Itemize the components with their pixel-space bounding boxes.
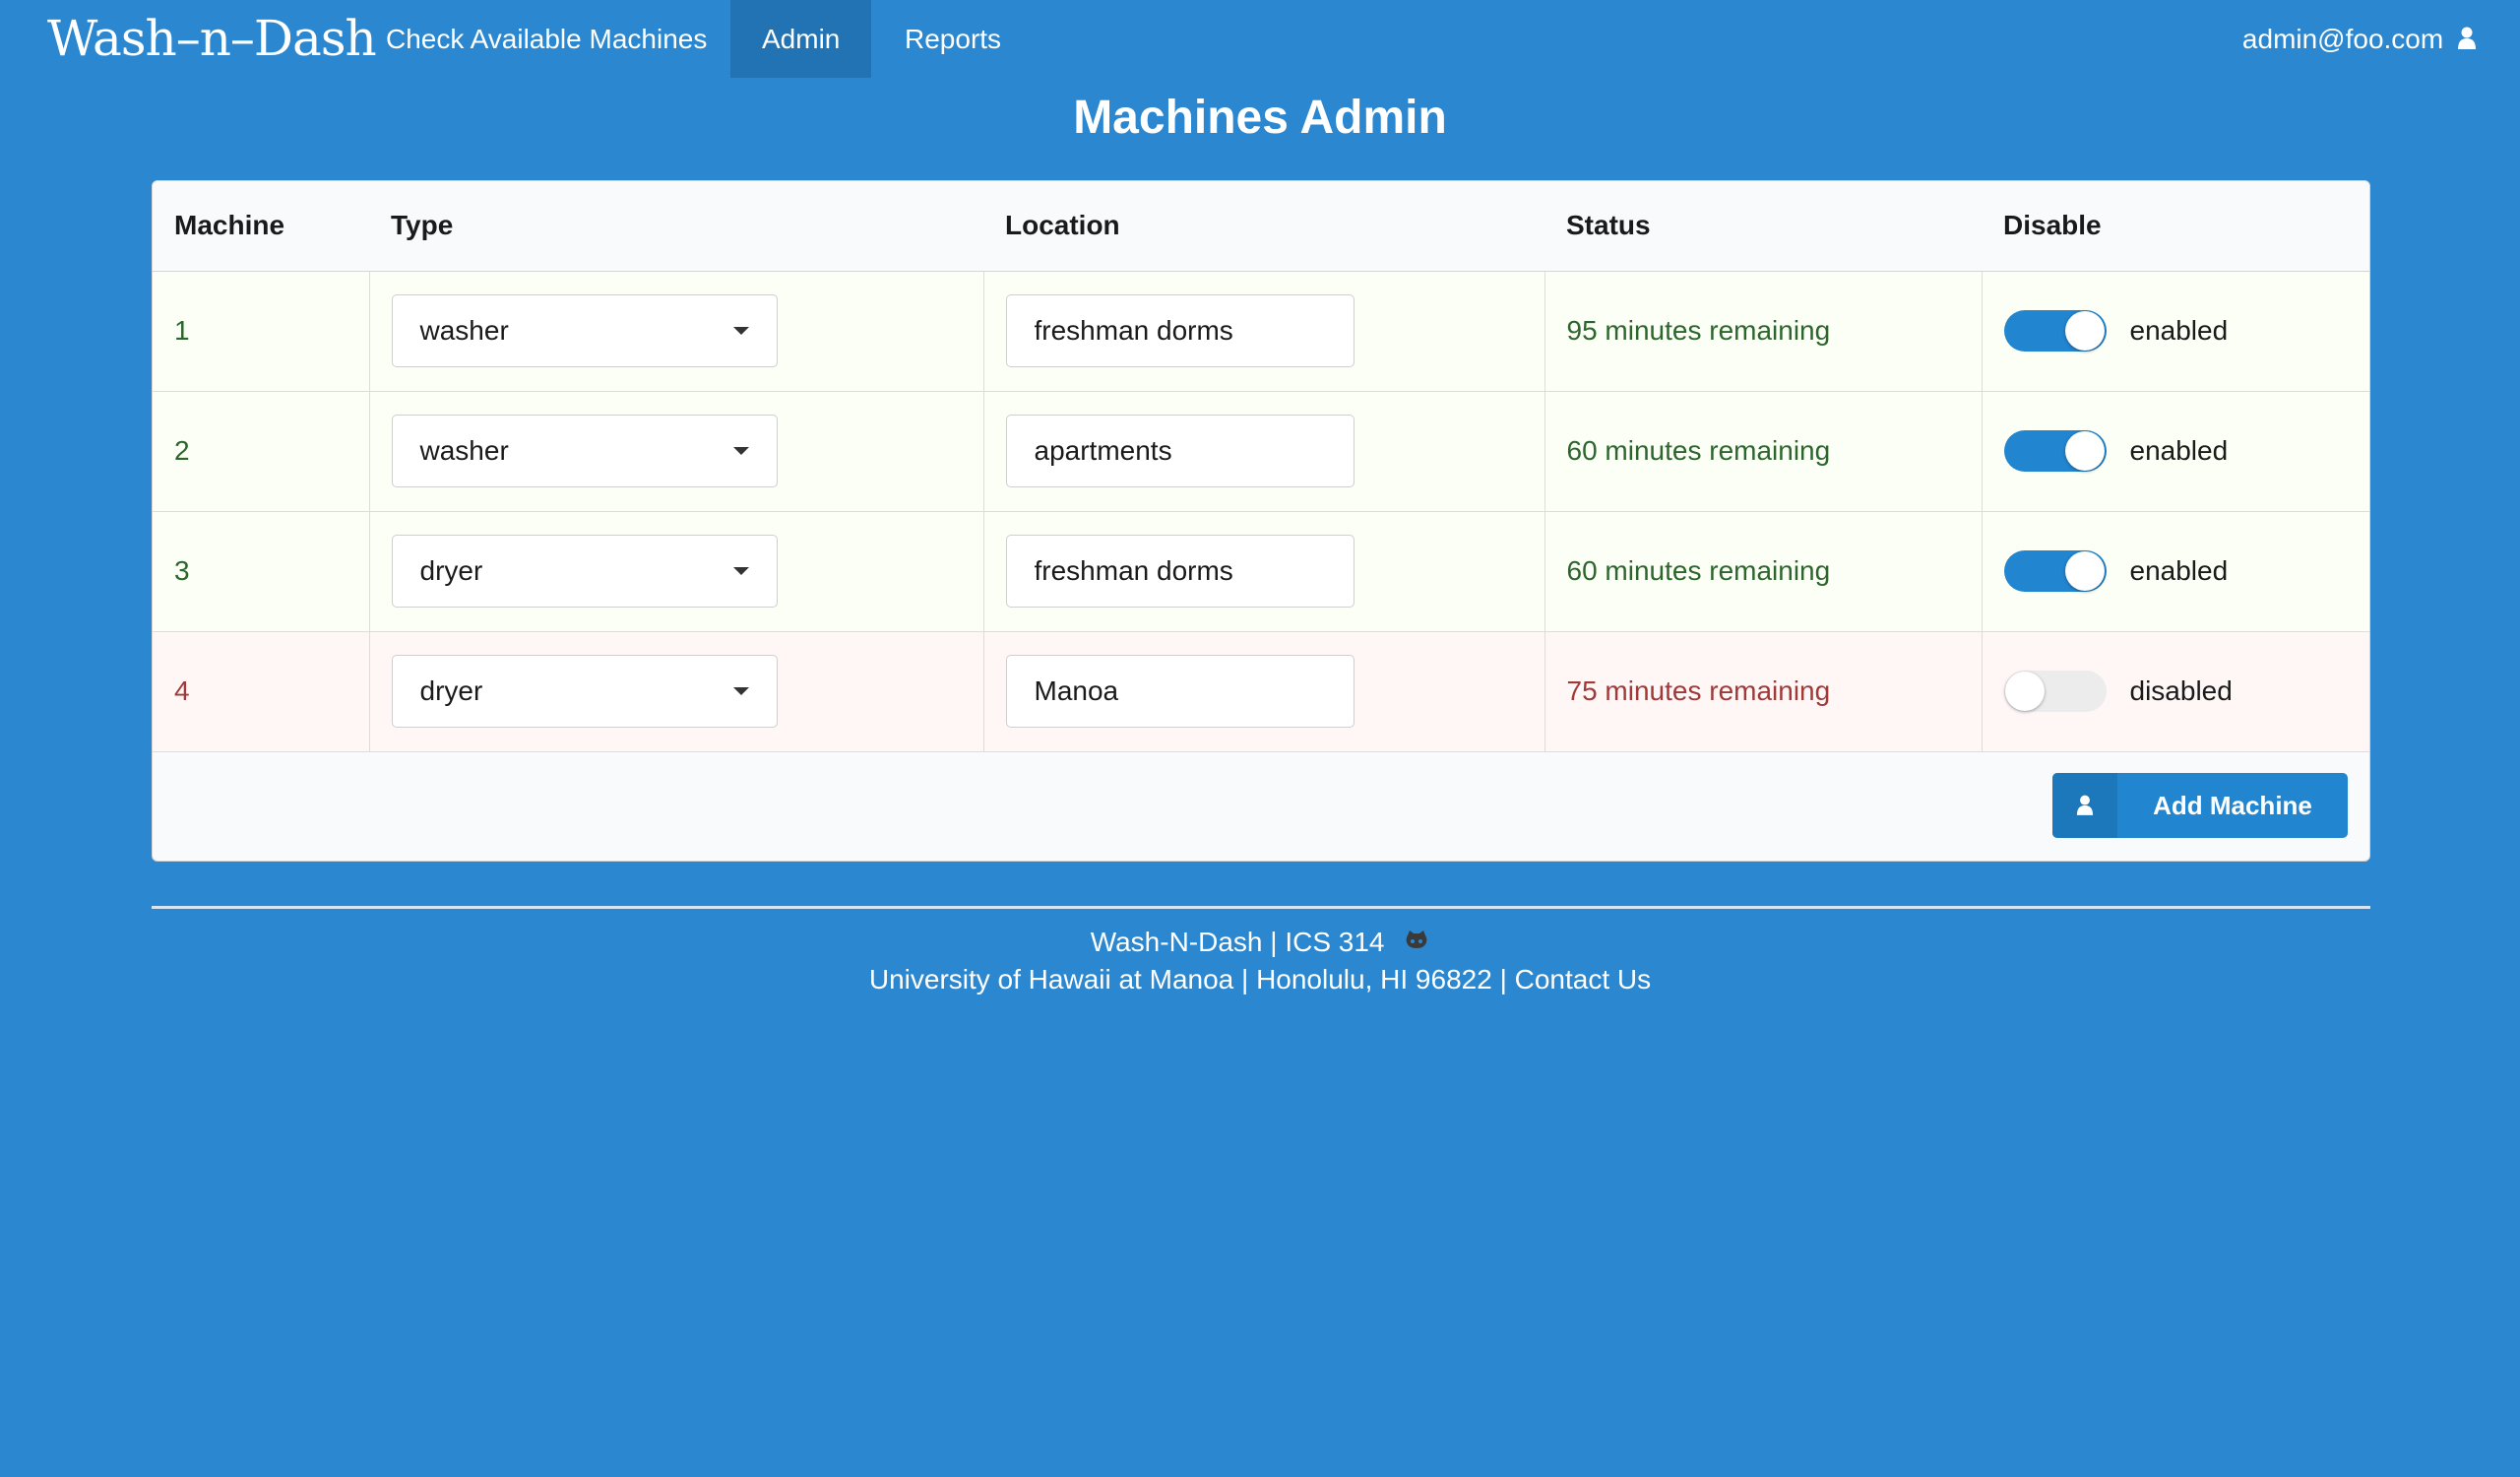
github-icon[interactable] [1404,928,1429,960]
location-input[interactable] [1005,415,1354,487]
machine-number: 4 [153,631,369,752]
type-dropdown[interactable]: washer [391,294,778,367]
caret-down-icon [732,447,749,455]
footer-divider [152,906,2370,909]
disable-cell: enabled [1981,271,2370,392]
location-cell [982,631,1544,752]
type-dropdown[interactable]: washer [391,415,778,487]
header-machine: Machine [153,181,369,272]
table-row: 2 washer 60 minutes remaining enabled [153,391,2370,512]
machine-number: 3 [153,511,369,632]
machines-table: Machine Type Location Status Disable 1 w… [153,181,2369,752]
top-navbar: Wash–n–Dash Check Available Machines Adm… [0,0,2520,78]
nav-item-check-available-machines[interactable]: Check Available Machines [354,0,738,78]
status-text: 60 minutes remaining [1544,511,1982,632]
type-dropdown[interactable]: dryer [391,655,778,728]
machine-number: 2 [153,391,369,512]
nav-item-admin[interactable]: Admin [730,0,872,78]
page-title: Machines Admin [1073,92,1447,144]
user-icon [2457,2,2477,80]
table-row: 3 dryer 60 minutes remaining enabled [153,511,2370,632]
machines-table-card: Machine Type Location Status Disable 1 w… [152,180,2370,862]
status-text: 75 minutes remaining [1544,631,1982,752]
caret-down-icon [732,567,749,575]
toggle-wrap: enabled [2003,310,2370,352]
caret-down-icon [732,687,749,695]
enable-toggle[interactable] [2003,671,2107,712]
toggle-knob [2064,431,2105,471]
toggle-knob [2064,311,2105,351]
table-row: 1 washer 95 minutes remaining enabled [153,271,2370,392]
machine-number: 1 [153,271,369,392]
toggle-knob [2064,551,2105,591]
user-icon [2052,773,2117,838]
enable-toggle[interactable] [2003,550,2107,592]
toggle-wrap: enabled [2003,550,2370,592]
footer-line-1: Wash-N-Dash | ICS 314 [0,927,2520,960]
footer-line-2: University of Hawaii at Manoa | Honolulu… [0,964,2520,995]
footer-address: University of Hawaii at Manoa | Honolulu… [868,964,1515,995]
type-dropdown-value: washer [419,315,509,346]
nav-item-reports[interactable]: Reports [873,0,1033,78]
location-cell [982,271,1544,392]
type-dropdown-value: washer [419,435,509,466]
toggle-wrap: enabled [2003,430,2370,472]
location-cell [982,511,1544,632]
toggle-label: enabled [2129,315,2229,346]
toggle-wrap: disabled [2003,671,2370,712]
add-machine-button[interactable]: Add Machine [2052,773,2348,838]
logo-text: Wash–n–Dash [47,10,377,67]
location-input[interactable] [1005,294,1354,367]
type-cell: washer [368,391,983,512]
header-location: Location [983,181,1544,272]
location-input[interactable] [1005,535,1354,608]
toggle-label: enabled [2129,555,2229,586]
header-status: Status [1544,181,1982,272]
disable-cell: enabled [1981,391,2370,512]
toggle-label: disabled [2129,675,2233,706]
header-type: Type [369,181,983,272]
header-disable: Disable [1982,181,2369,272]
type-dropdown-value: dryer [419,555,483,586]
type-dropdown[interactable]: dryer [391,535,778,608]
toggle-knob [2004,672,2045,711]
table-row: 4 dryer 75 minutes remaining disabled [153,631,2370,752]
type-cell: washer [368,271,983,392]
status-text: 95 minutes remaining [1544,271,1982,392]
user-email: admin@foo.com [2241,24,2444,54]
disable-cell: enabled [1981,511,2370,632]
caret-down-icon [732,327,749,335]
table-header-row: Machine Type Location Status Disable [153,181,2369,272]
location-cell [982,391,1544,512]
enable-toggle[interactable] [2003,310,2107,352]
table-footer: Add Machine [153,750,2369,861]
location-input[interactable] [1005,655,1354,728]
footer-app-info: Wash-N-Dash | ICS 314 [1090,927,1385,957]
disable-cell: disabled [1981,631,2370,752]
type-cell: dryer [368,511,983,632]
type-cell: dryer [368,631,983,752]
status-text: 60 minutes remaining [1544,391,1982,512]
user-menu[interactable]: admin@foo.com [2242,0,2477,78]
enable-toggle[interactable] [2003,430,2107,472]
add-machine-label: Add Machine [2153,791,2312,820]
contact-us-link[interactable]: Contact Us [1515,964,1652,995]
toggle-label: enabled [2129,435,2229,466]
type-dropdown-value: dryer [419,675,483,706]
app-logo[interactable]: Wash–n–Dash [47,0,377,78]
